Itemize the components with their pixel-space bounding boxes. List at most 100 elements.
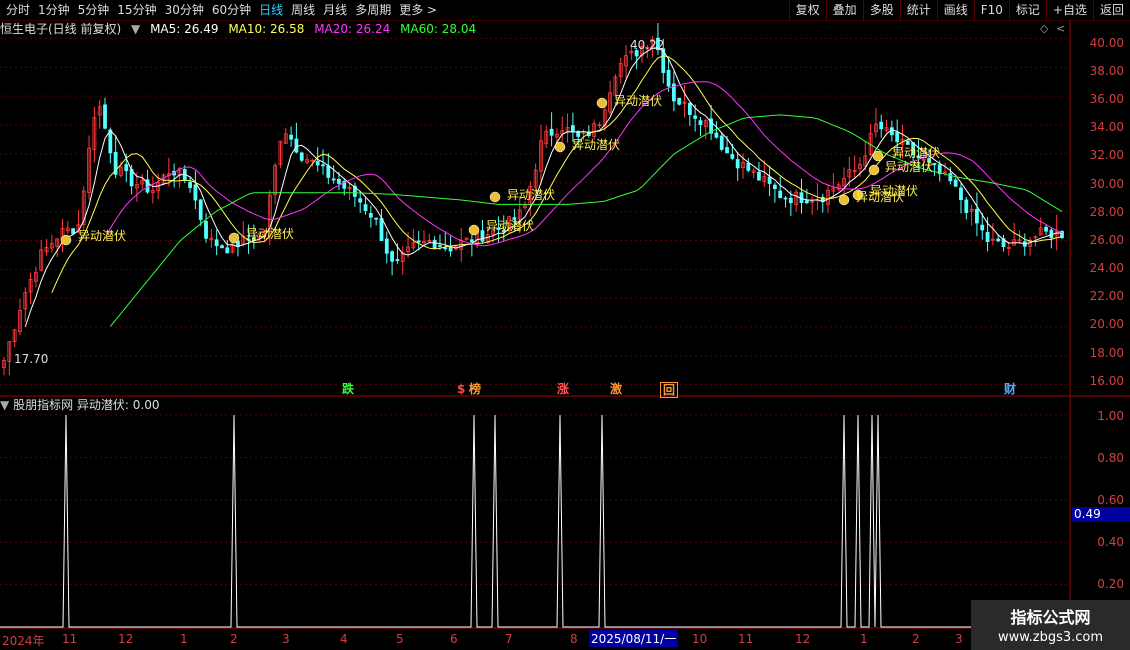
candle-body [103, 104, 107, 129]
x-tick: 5 [396, 632, 404, 646]
candle-body [932, 163, 937, 166]
watermark: 指标公式网 www.zbgs3.com [971, 600, 1130, 650]
candle-body [1044, 226, 1048, 232]
coin-icon [228, 232, 240, 244]
candle-body [698, 120, 703, 126]
candle-body [879, 121, 884, 130]
price-tick: 38.00 [1089, 64, 1124, 78]
price-tick: 16.00 [1089, 374, 1124, 388]
candle-body [315, 161, 320, 166]
candle-body [71, 228, 76, 234]
price-tick: 30.00 [1089, 177, 1124, 191]
candle-body [363, 204, 368, 211]
candle-body [108, 129, 113, 154]
candle-body [778, 190, 783, 198]
sub-tick: 1.00 [1097, 409, 1124, 423]
candle-body [735, 159, 740, 169]
candle-body [294, 138, 299, 153]
sub-chart-info: ▼ 股朋指标网 异动潜伏: 0.00 [0, 397, 159, 413]
candle-body [379, 218, 384, 242]
coin-icon [554, 141, 566, 153]
signal-label: 异动潜伏 [892, 146, 941, 160]
candle-body [289, 134, 293, 140]
event-badge[interactable]: 回 [660, 382, 679, 398]
price-tick: 18.00 [1089, 346, 1124, 360]
price-tick: 26.00 [1089, 233, 1124, 247]
candle-body [384, 238, 389, 254]
coin-icon [489, 191, 501, 203]
sub-tick: 0.80 [1097, 451, 1124, 465]
cursor-value-tag: 0.49 [1072, 507, 1130, 522]
candle-body [975, 208, 979, 224]
candle-body [980, 224, 985, 231]
candle-body [783, 197, 788, 200]
candle-body [693, 115, 698, 119]
price-tick: 34.00 [1089, 120, 1124, 134]
coin-icon [468, 224, 480, 236]
coin-icon [596, 97, 608, 109]
event-badge[interactable]: 榜 [467, 382, 483, 396]
candle-body [985, 232, 990, 242]
candle-body [953, 179, 958, 187]
x-tick: 3 [282, 632, 290, 646]
watermark-title: 指标公式网 [1010, 608, 1091, 627]
candle-body [730, 154, 735, 159]
event-badge[interactable]: 激 [608, 382, 624, 396]
signal-spikes [0, 414, 1070, 628]
low-price-label: 17.70 [14, 352, 49, 366]
price-tick: 40.00 [1089, 36, 1124, 50]
price-tick: 28.00 [1089, 205, 1124, 219]
signal-label: 异动潜伏 [246, 227, 295, 241]
candle-body [799, 192, 804, 203]
candle-body [416, 240, 421, 243]
candle-body [959, 187, 963, 201]
candle-body [964, 199, 969, 214]
x-cursor-date: 2025/08/11/一 [589, 630, 679, 647]
candle-body [390, 251, 395, 262]
candle-body [374, 217, 379, 220]
x-tick: 1 [180, 632, 188, 646]
price-tick: 24.00 [1089, 261, 1124, 275]
candle-body [198, 199, 203, 220]
candle-body [719, 135, 724, 150]
candle-body [714, 132, 719, 138]
x-tick: 6 [450, 632, 458, 646]
candle-body [469, 239, 474, 243]
gear-icon[interactable]: ▼ [0, 398, 9, 412]
x-tick: 7 [505, 632, 513, 646]
event-badge[interactable]: 涨 [555, 382, 571, 396]
candle-body [432, 239, 437, 249]
signal-label: 异动潜伏 [870, 184, 919, 198]
event-badge[interactable]: 财 [1002, 382, 1018, 396]
candle-body [326, 165, 331, 178]
candle-body [124, 164, 129, 172]
indicator-value: 异动潜伏: 0.00 [76, 398, 160, 412]
x-tick: 3 [955, 632, 963, 646]
candle-body [220, 245, 224, 249]
candle-body [773, 184, 777, 190]
signal-label: 异动潜伏 [572, 138, 621, 152]
event-badge[interactable]: 跌 [340, 382, 356, 396]
signal-label: 异动潜伏 [614, 94, 663, 108]
candle-body [687, 102, 692, 115]
signal-label: 异动潜伏 [507, 188, 556, 202]
candle-body [666, 69, 671, 87]
x-tick: 2024年 [2, 634, 45, 648]
candle-body [767, 176, 772, 184]
sub-tick: 0.40 [1097, 535, 1124, 549]
candle-body [321, 164, 325, 167]
candle-body [549, 128, 554, 136]
candle-body [570, 125, 575, 133]
candle-body [757, 171, 761, 181]
candle-body [725, 147, 729, 154]
candle-body [225, 247, 230, 254]
sub-tick: 0.60 [1097, 493, 1124, 507]
coin-icon [838, 194, 850, 206]
candle-body [214, 239, 219, 247]
candle-body [368, 213, 373, 218]
price-tick: 20.00 [1089, 317, 1124, 331]
event-badge[interactable]: $ [455, 382, 467, 396]
price-tick: 22.00 [1089, 289, 1124, 303]
chart-canvas[interactable] [0, 0, 1130, 650]
sub-tick: 0.20 [1097, 577, 1124, 591]
